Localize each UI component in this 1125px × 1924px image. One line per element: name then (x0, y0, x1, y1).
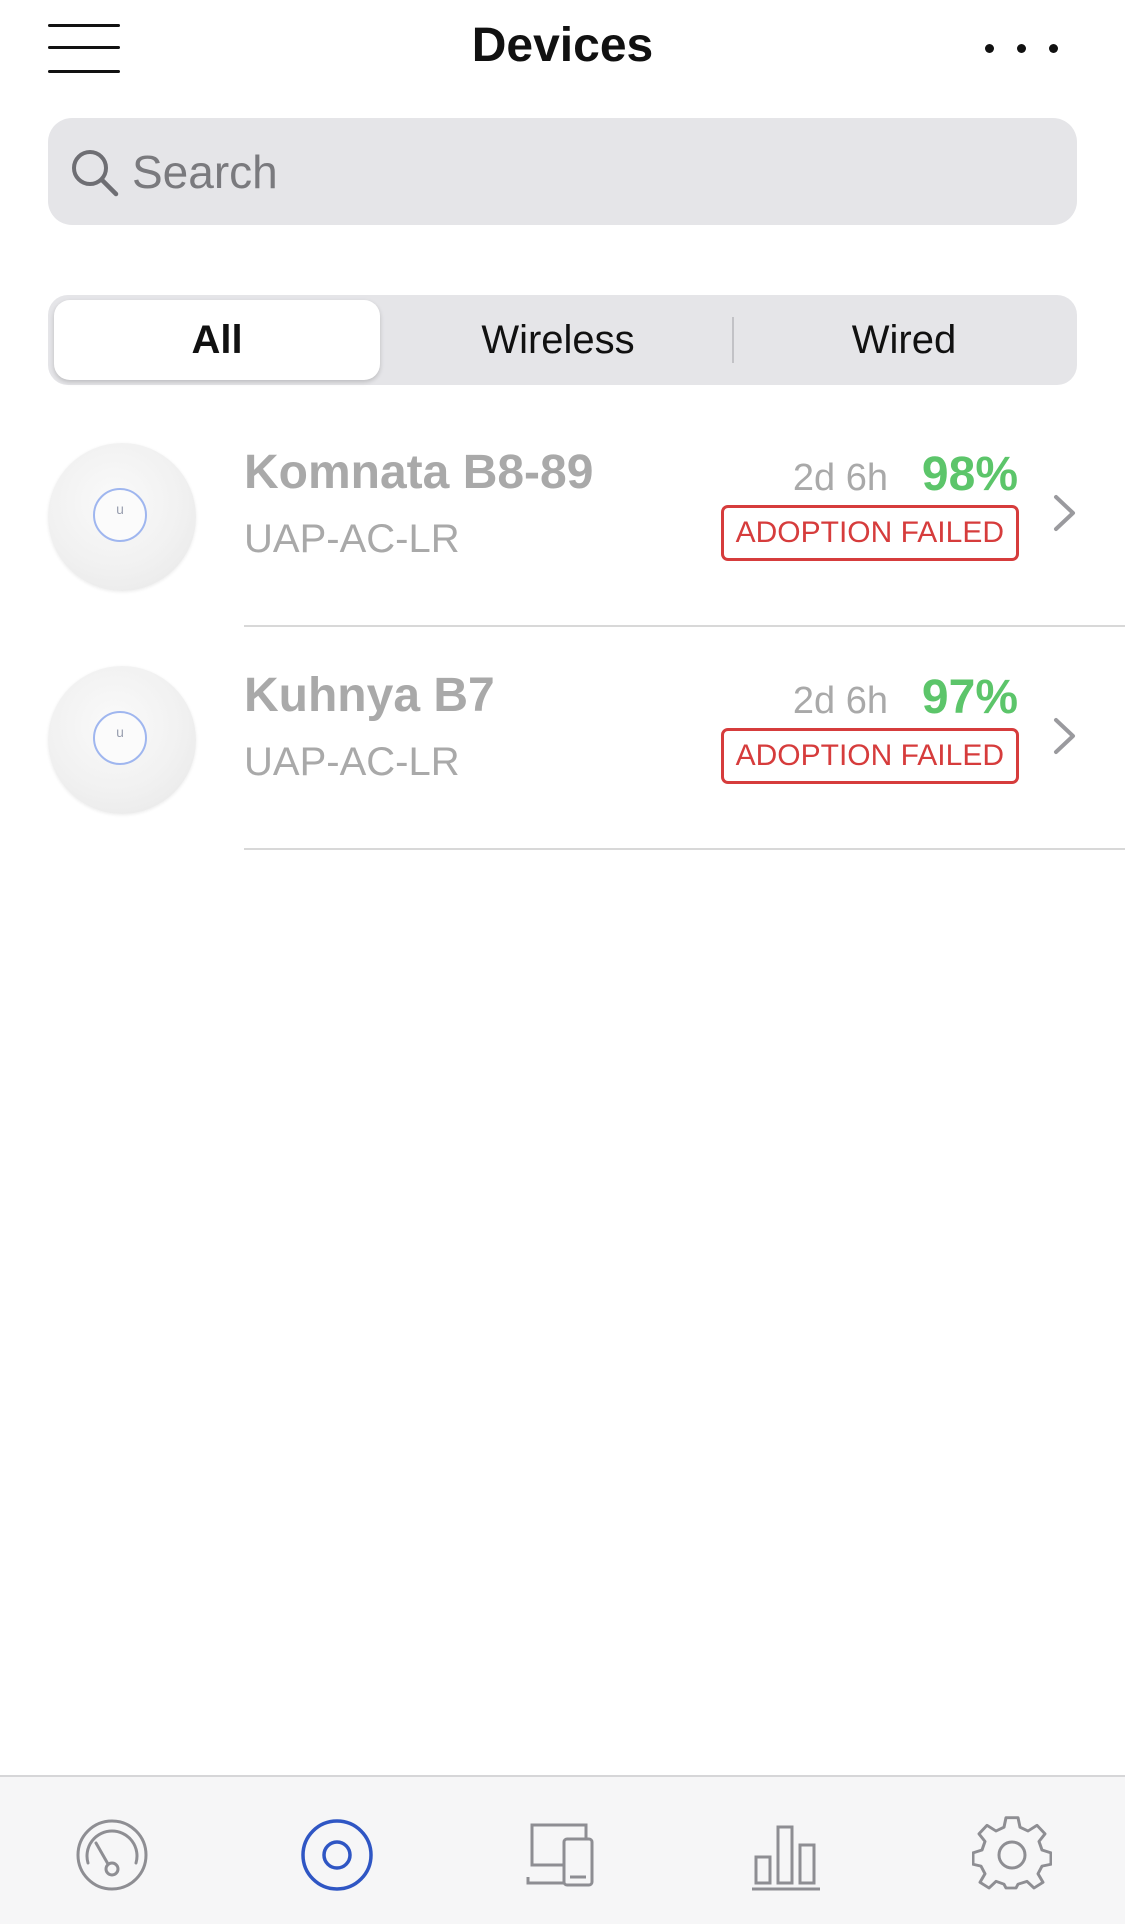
device-model: UAP-AC-LR (244, 517, 460, 561)
statistics-icon[interactable] (748, 1815, 828, 1895)
device-signal: 98% (921, 448, 1018, 501)
search-input[interactable] (132, 118, 1052, 225)
page-title: Devices (471, 19, 654, 72)
device-row[interactable]: u Kuhnya B7 UAP-AC-LR 2d 6h 97% ADOPTION… (0, 628, 1125, 850)
search-bar[interactable] (48, 118, 1077, 225)
chevron-right-icon (1054, 718, 1075, 754)
hamburger-menu-icon[interactable] (48, 22, 120, 76)
device-type-filter: All Wireless Wired (48, 295, 1077, 385)
device-name: Kuhnya B7 (244, 669, 495, 722)
clients-icon[interactable] (522, 1815, 602, 1895)
settings-icon[interactable] (972, 1815, 1052, 1895)
access-point-icon: u (48, 443, 196, 591)
row-divider (244, 848, 1125, 850)
row-divider (244, 625, 1125, 627)
device-uptime: 2d 6h (792, 680, 888, 722)
device-name: Komnata B8-89 (244, 446, 594, 499)
status-badge: ADOPTION FAILED (720, 728, 1019, 784)
more-options-icon[interactable] (981, 34, 1063, 62)
chevron-right-icon (1054, 495, 1075, 531)
device-signal: 97% (921, 671, 1018, 724)
device-model: UAP-AC-LR (244, 740, 460, 784)
search-icon (72, 150, 119, 197)
tab-all[interactable]: All (54, 300, 380, 380)
dashboard-gauge-icon[interactable] (72, 1815, 152, 1895)
access-point-icon: u (48, 666, 196, 814)
device-uptime: 2d 6h (792, 457, 888, 499)
devices-icon[interactable] (297, 1815, 377, 1895)
top-bar: Devices (0, 0, 1125, 100)
status-badge: ADOPTION FAILED (720, 505, 1019, 561)
tab-wired[interactable]: Wired (734, 300, 1074, 380)
device-row[interactable]: u Komnata B8-89 UAP-AC-LR 2d 6h 98% ADOP… (0, 405, 1125, 627)
bottom-tab-bar (0, 1775, 1125, 1924)
tab-wireless[interactable]: Wireless (388, 300, 728, 380)
